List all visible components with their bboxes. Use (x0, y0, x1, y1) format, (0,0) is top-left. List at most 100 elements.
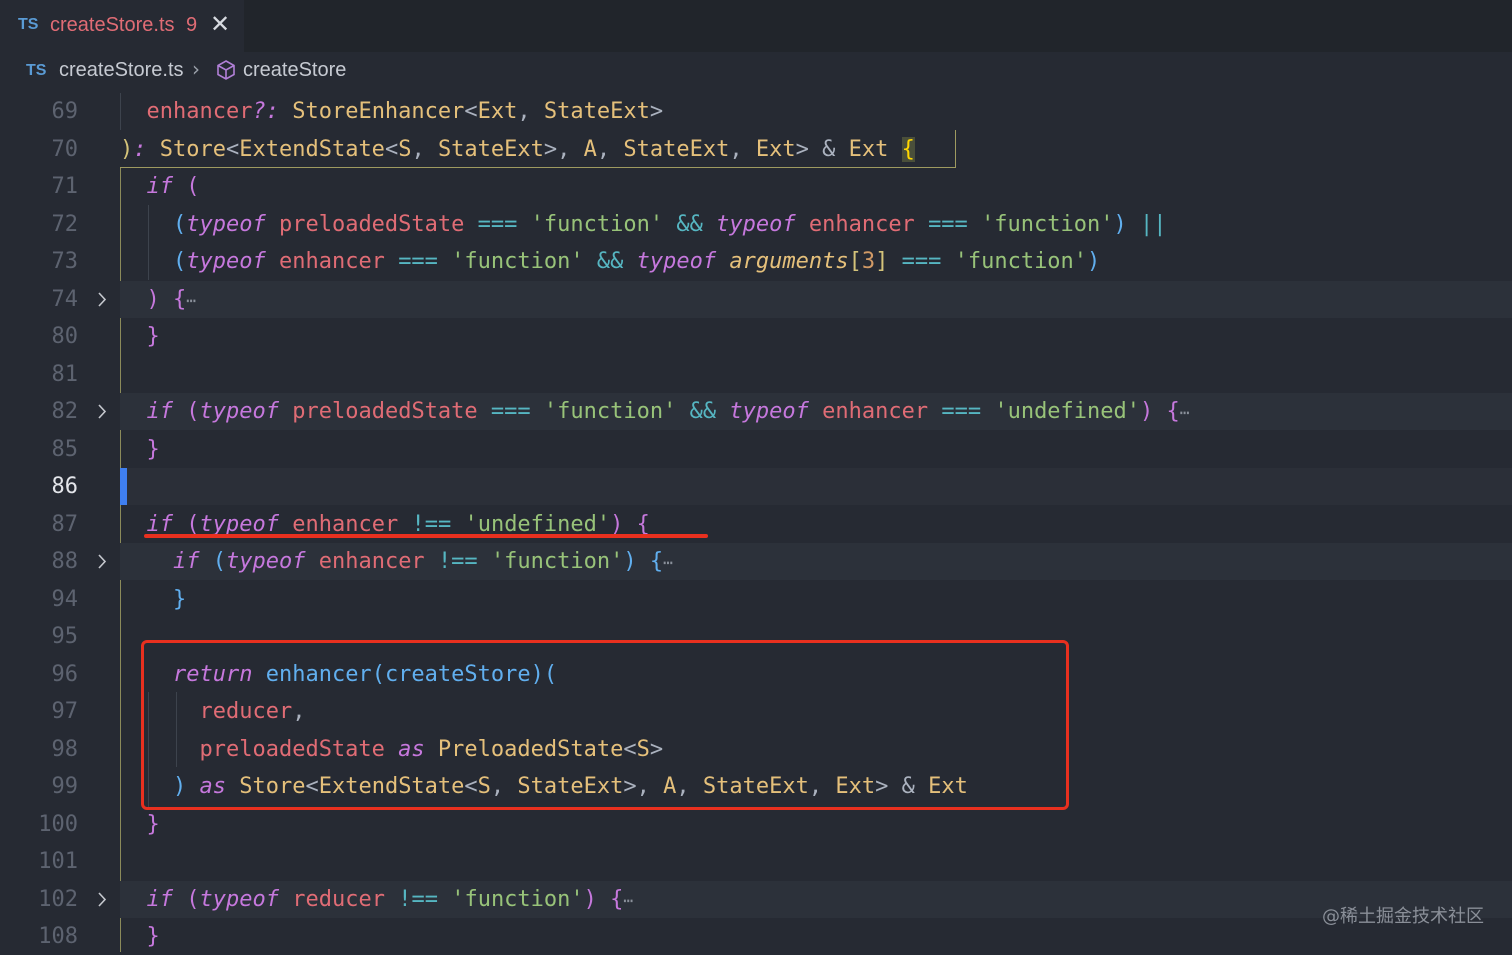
code-line[interactable]: } (120, 806, 160, 843)
code-token: enhancer (822, 399, 929, 424)
code-token: typeof (186, 249, 266, 274)
annotation-box (141, 640, 1069, 810)
code-line[interactable]: (typeof preloadedState === 'function' &&… (120, 206, 1167, 243)
code-token: Ext (477, 99, 518, 124)
code-token: , (517, 99, 544, 124)
line-number: 98 (51, 737, 79, 762)
code-token: typeof (636, 249, 717, 274)
code-token: preloadedState (278, 212, 465, 237)
code-token: !== (437, 549, 478, 574)
breadcrumb-symbol[interactable]: createStore (243, 59, 346, 82)
code-token: ⋯ (623, 891, 634, 910)
code-token: ) (623, 549, 637, 574)
code-token: } (146, 437, 160, 462)
code-line[interactable]: ) {⋯ (120, 281, 196, 318)
line-number: 70 (51, 137, 79, 162)
code-line[interactable]: } (120, 431, 160, 468)
code-token: } (146, 812, 160, 837)
line-number: 100 (38, 812, 78, 837)
typescript-file-icon: TS (18, 16, 39, 33)
code-line[interactable]: enhancer?: StoreEnhancer<Ext, StateExt> (120, 93, 664, 130)
code-line[interactable]: if (typeof reducer !== 'function') {⋯ (120, 881, 634, 918)
code-token: } (146, 924, 160, 949)
code-token: StoreEnhancer (292, 99, 465, 124)
code-token: ⋯ (663, 553, 673, 572)
code-line[interactable]: if (typeof enhancer !== 'function') {⋯ (120, 543, 673, 580)
code-line[interactable]: } (120, 318, 160, 355)
line-number: 95 (51, 624, 79, 649)
code-token: 3 (861, 249, 876, 274)
line-number: 99 (51, 774, 79, 799)
code-token: ] (875, 249, 889, 274)
chevron-right-icon[interactable] (94, 393, 110, 430)
code-token: } (146, 324, 160, 349)
chevron-right-icon[interactable] (94, 281, 110, 318)
code-token: preloadedState (292, 399, 478, 424)
line-number: 94 (51, 587, 79, 612)
code-token: !== (398, 887, 438, 912)
code-line[interactable]: } (120, 581, 186, 618)
code-token: { (610, 887, 624, 912)
annotation-underline (144, 534, 708, 538)
tab-filename: createStore.ts (50, 14, 175, 36)
code-token: === (941, 399, 982, 424)
line-number: 69 (51, 99, 79, 124)
close-icon[interactable]: ✕ (210, 10, 230, 38)
line-number: 86 (51, 474, 79, 499)
code-token: 'function' (954, 249, 1088, 274)
code-token: ⋯ (186, 291, 196, 310)
problem-count-badge: 9 (186, 14, 198, 36)
code-line[interactable]: if ( (120, 168, 200, 205)
code-line[interactable]: if (typeof preloadedState === 'function'… (120, 393, 1190, 430)
code-token: ) (1140, 399, 1154, 424)
code-token: ( (172, 212, 187, 237)
line-number: 108 (38, 924, 78, 949)
chevron-right-icon[interactable] (94, 881, 110, 918)
code-token: typeof (186, 212, 266, 237)
code-token: ) (146, 287, 160, 312)
code-token: enhancer (146, 99, 253, 124)
line-number: 73 (51, 249, 79, 274)
editor-tab[interactable]: TS createStore.ts 9 ✕ (0, 0, 244, 52)
code-token: ( (172, 249, 187, 274)
breadcrumb-file[interactable]: createStore.ts (59, 59, 184, 82)
code-token: === (398, 249, 438, 274)
code-token: 'function' (490, 549, 624, 574)
code-line[interactable]: } (120, 918, 160, 955)
line-number: 74 (51, 287, 79, 312)
code-token: typeof (225, 549, 306, 574)
typescript-file-icon: TS (26, 62, 47, 79)
chevron-right-icon[interactable] (94, 543, 110, 580)
code-token: } (172, 587, 187, 612)
code-token: || (1140, 212, 1167, 237)
code-line[interactable]: (typeof enhancer === 'function' && typeo… (120, 243, 1100, 280)
code-token: 'function' (451, 887, 584, 912)
line-number: 72 (51, 212, 79, 237)
